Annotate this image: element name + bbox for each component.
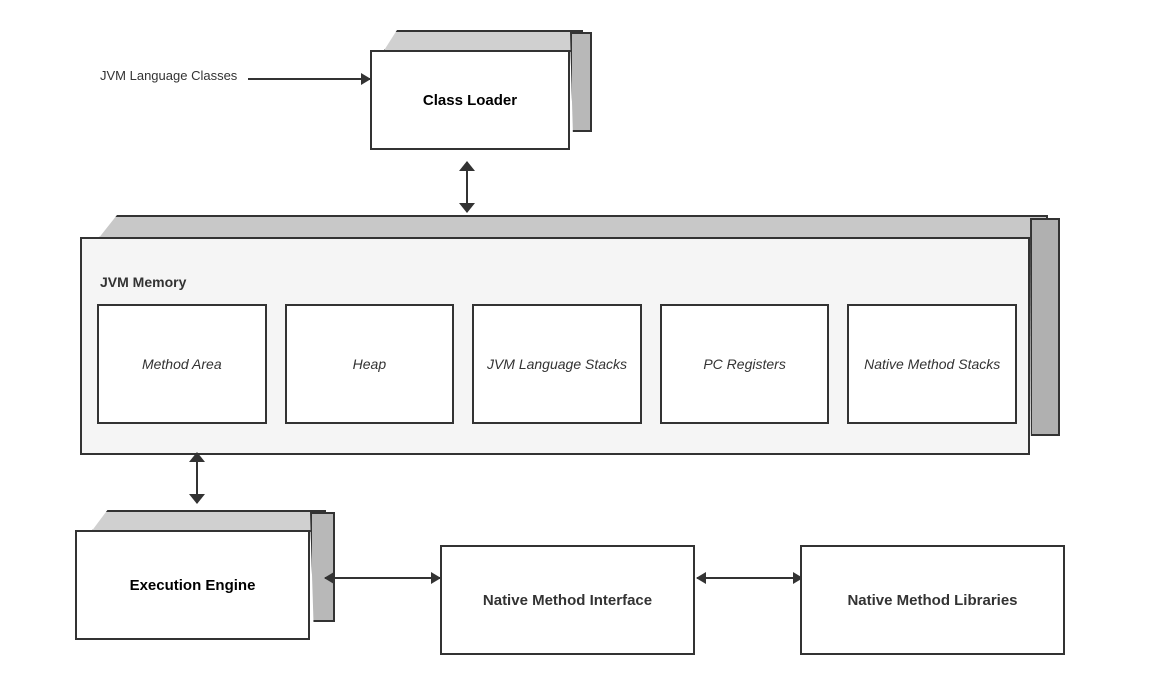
pc-registers-box: PC Registers bbox=[660, 304, 830, 424]
execution-engine-box: Execution Engine bbox=[75, 510, 335, 640]
jvm-memory-side bbox=[1030, 218, 1060, 436]
arrow-classloader-jvmmemory bbox=[466, 162, 468, 212]
class-loader-side bbox=[570, 32, 592, 132]
heap-box: Heap bbox=[285, 304, 455, 424]
arrow-ee-nmi bbox=[325, 577, 440, 579]
execution-engine-label: Execution Engine bbox=[130, 577, 256, 594]
jvm-memory-top bbox=[98, 215, 1048, 239]
method-area-box: Method Area bbox=[97, 304, 267, 424]
class-loader-box: Class Loader bbox=[370, 30, 590, 140]
native-method-interface-label: Native Method Interface bbox=[483, 592, 652, 609]
heap-label: Heap bbox=[353, 356, 386, 372]
native-method-stacks-label: Native Method Stacks bbox=[864, 356, 1000, 372]
jvm-memory-front: JVM Memory Method Area Heap JVM Language… bbox=[80, 237, 1030, 455]
execution-engine-top bbox=[91, 510, 326, 532]
class-loader-top bbox=[383, 30, 583, 52]
memory-boxes-container: Method Area Heap JVM Language Stacks PC … bbox=[97, 304, 1017, 424]
native-method-libraries-box: Native Method Libraries bbox=[800, 545, 1065, 655]
pc-registers-label: PC Registers bbox=[703, 356, 785, 372]
diagram-container: JVM Language Classes Class Loader JVM Me… bbox=[0, 0, 1152, 698]
class-loader-label: Class Loader bbox=[423, 92, 517, 109]
execution-engine-front: Execution Engine bbox=[75, 530, 310, 640]
jvm-language-stacks-label: JVM Language Stacks bbox=[487, 356, 627, 372]
arrow-jvmmemory-ee bbox=[196, 453, 198, 503]
class-loader-front: Class Loader bbox=[370, 50, 570, 150]
native-method-interface-box: Native Method Interface bbox=[440, 545, 695, 655]
jvm-memory-box: JVM Memory Method Area Heap JVM Language… bbox=[80, 215, 1060, 455]
execution-engine-side bbox=[310, 512, 335, 622]
native-method-libraries-label: Native Method Libraries bbox=[847, 592, 1017, 609]
arrow-to-class-loader bbox=[248, 78, 370, 80]
arrow-nmi-nml bbox=[697, 577, 802, 579]
method-area-label: Method Area bbox=[142, 356, 222, 372]
jvm-memory-label: JVM Memory bbox=[100, 274, 186, 290]
native-method-stacks-box: Native Method Stacks bbox=[847, 304, 1017, 424]
jvm-language-stacks-box: JVM Language Stacks bbox=[472, 304, 642, 424]
jvm-lang-label: JVM Language Classes bbox=[100, 68, 237, 83]
